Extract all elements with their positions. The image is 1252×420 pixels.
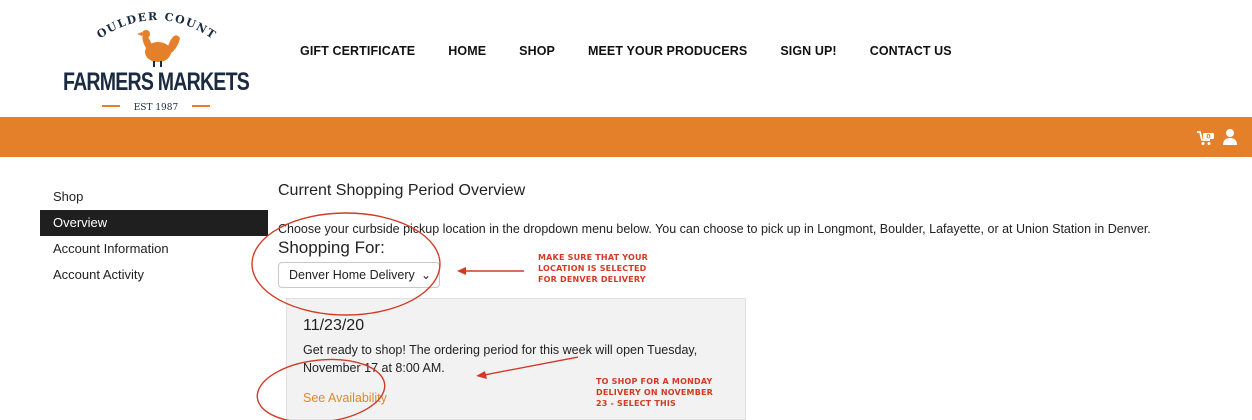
- annotation-note-availability: TO SHOP FOR A MONDAY DELIVERY ON NOVEMBE…: [596, 377, 714, 408]
- site-header: BOULDER COUNTY FARMERS MARKETS EST 1987 …: [0, 0, 1252, 117]
- period-date: 11/23/20: [303, 317, 365, 334]
- nav-shop[interactable]: SHOP: [519, 44, 555, 58]
- intro-text: Choose your curbside pickup location in …: [278, 222, 1151, 236]
- nav-meet-your-producers[interactable]: MEET YOUR PRODUCERS: [588, 44, 747, 58]
- annotation-arrow-location: [457, 267, 524, 275]
- chevron-down-icon: ⌄: [420, 268, 431, 282]
- svg-text:BOULDER COUNTY: BOULDER COUNTY: [60, 4, 219, 42]
- sidebar-item-overview[interactable]: Overview: [40, 210, 268, 236]
- sidebar-item-account-activity[interactable]: Account Activity: [40, 262, 268, 288]
- location-select[interactable]: Denver Home Delivery ⌄: [278, 262, 440, 288]
- user-icon: [1223, 129, 1237, 145]
- nav-contact-us[interactable]: CONTACT US: [870, 44, 952, 58]
- nav-gift-certificate[interactable]: GIFT CERTIFICATE: [300, 44, 415, 58]
- shopping-for-label: Shopping For:: [278, 238, 385, 257]
- main-content: Current Shopping Period Overview Choose …: [278, 182, 1238, 288]
- main-nav: GIFT CERTIFICATE HOME SHOP MEET YOUR PRO…: [300, 44, 985, 58]
- sidebar-item-shop[interactable]: Shop: [40, 184, 268, 210]
- see-availability-link[interactable]: See Availability: [303, 391, 387, 405]
- sidebar-item-account-information[interactable]: Account Information: [40, 236, 268, 262]
- site-logo[interactable]: BOULDER COUNTY FARMERS MARKETS EST 1987: [60, 4, 252, 116]
- nav-sign-up[interactable]: SIGN UP!: [780, 44, 836, 58]
- cart-icon: 0: [1197, 131, 1214, 145]
- cart-count: 0: [1206, 133, 1210, 140]
- period-description: Get ready to shop! The ordering period f…: [303, 343, 698, 375]
- nav-home[interactable]: HOME: [448, 44, 486, 58]
- account-button[interactable]: [1222, 128, 1238, 146]
- cart-button[interactable]: 0: [1196, 130, 1216, 146]
- logo-arc-text: BOULDER COUNTY: [60, 4, 217, 42]
- account-sidebar: Shop Overview Account Information Accoun…: [40, 184, 268, 288]
- header-bar: [0, 117, 1252, 157]
- location-select-value: Denver Home Delivery: [289, 268, 415, 282]
- logo-main-text: FARMERS MARKETS: [63, 68, 249, 96]
- logo-est-text: EST 1987: [134, 103, 179, 113]
- logo-graphic: BOULDER COUNTY FARMERS MARKETS EST 1987: [60, 4, 250, 113]
- page-title: Current Shopping Period Overview: [278, 182, 526, 199]
- rooster-icon: [137, 30, 180, 67]
- annotation-note-location: MAKE SURE THAT YOUR LOCATION IS SELECTED…: [538, 253, 648, 284]
